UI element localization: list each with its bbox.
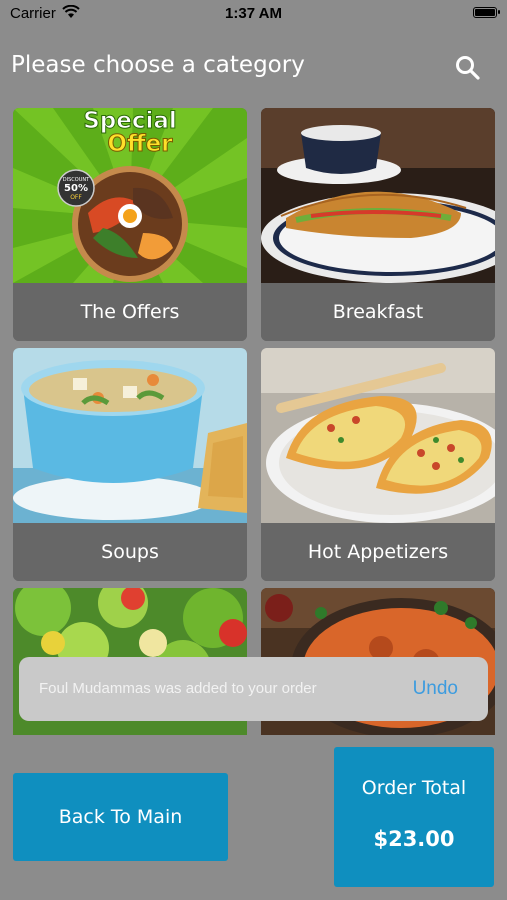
clock: 1:37 AM [225,5,282,22]
breakfast-image [261,108,495,283]
category-grid: Special Offer DISCOUNT 50% OFF The Offer… [13,108,495,735]
soups-image [13,348,247,523]
promo-line2: Offer [107,131,173,157]
category-card-hot-appetizers[interactable]: Hot Appetizers [261,348,495,581]
category-label: Breakfast [261,283,495,341]
discount-badge-off: OFF [70,194,82,201]
category-card-soups[interactable]: Soups [13,348,247,581]
page-title: Please choose a category [11,52,305,78]
toast-message: Foul Mudammas was added to your order [39,680,317,697]
back-to-main-button[interactable]: Back To Main [13,773,228,861]
order-toast: Foul Mudammas was added to your order Un… [19,657,488,721]
order-total-value: $23.00 [373,827,455,851]
category-card-offers[interactable]: Special Offer DISCOUNT 50% OFF The Offer… [13,108,247,341]
battery-icon [473,7,500,18]
order-total-button[interactable]: Order Total $23.00 [334,747,494,887]
search-icon[interactable] [454,54,482,82]
hot-appetizers-image [261,348,495,523]
category-label: Soups [13,523,247,581]
category-label: The Offers [13,283,247,341]
category-label: Hot Appetizers [261,523,495,581]
status-bar: Carrier 1:37 AM [0,0,507,28]
undo-button[interactable]: Undo [413,657,458,721]
discount-badge-value: 50% [64,183,88,194]
order-total-label: Order Total [361,777,467,799]
category-card-breakfast[interactable]: Breakfast [261,108,495,341]
offers-image: Special Offer DISCOUNT 50% OFF [13,108,247,283]
